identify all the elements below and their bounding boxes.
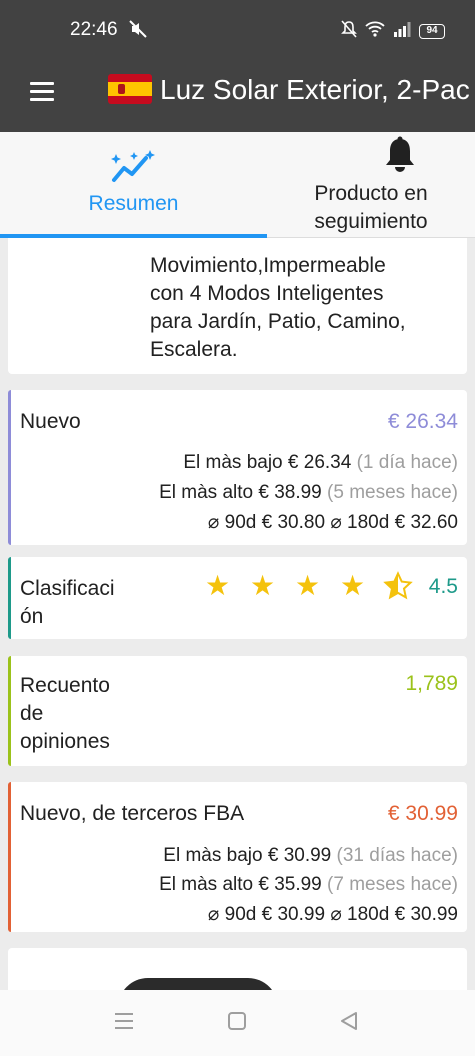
wifi-icon xyxy=(365,21,385,42)
product-image-card[interactable] xyxy=(8,948,467,990)
star-icon: ★ xyxy=(204,570,231,601)
review-count-value: 1,789 xyxy=(405,672,458,695)
back-triangle-icon[interactable] xyxy=(338,1010,368,1036)
price-new-value: € 26.34 xyxy=(387,410,458,433)
menu-icon[interactable] xyxy=(112,1010,142,1036)
page-title: Luz Solar Exterior, 2-Pac xyxy=(160,74,470,105)
tab-bar: Resumen Producto en seguimiento xyxy=(0,132,475,238)
price-fba-card[interactable]: Nuevo, de terceros FBA € 30.99 El màs ba… xyxy=(8,782,467,932)
description-line: Escalera. xyxy=(150,338,238,361)
price-new-averages: ⌀ 90d € 30.80 ⌀ 180d € 32.60 xyxy=(207,512,458,533)
sparkle-chart-icon xyxy=(110,150,156,191)
rating-label: Clasificaci ón xyxy=(20,577,115,628)
price-fba-averages: ⌀ 90d € 30.99 ⌀ 180d € 30.99 xyxy=(207,904,458,925)
price-new-label: Nuevo xyxy=(20,410,81,433)
signal-icon xyxy=(393,21,411,42)
home-square-icon[interactable] xyxy=(226,1010,256,1036)
star-icon: ★ xyxy=(294,570,321,601)
price-new-accent xyxy=(8,390,11,545)
system-nav-bar xyxy=(0,990,475,1056)
tab-summary[interactable]: Resumen xyxy=(0,132,267,238)
half-star-icon xyxy=(378,571,417,607)
description-line: Movimiento,Impermeable xyxy=(150,254,386,277)
price-new-lowest: El màs bajo € 26.34 (1 día hace) xyxy=(183,452,458,473)
rating-accent xyxy=(8,557,11,639)
product-description: Movimiento,Impermeable con 4 Modos Intel… xyxy=(150,252,450,364)
price-fba-label: Nuevo, de terceros FBA xyxy=(20,802,245,825)
tab-summary-label: Resumen xyxy=(88,192,179,215)
rating-stars: ★ ★ ★ ★ xyxy=(198,571,417,607)
menu-icon[interactable] xyxy=(30,82,54,102)
app-bar: Luz Solar Exterior, 2-Pac xyxy=(0,60,475,132)
battery-icon: 94 xyxy=(419,24,445,39)
product-image xyxy=(118,978,278,990)
rating-value: 4.5 xyxy=(428,575,458,598)
price-new-card[interactable]: Nuevo € 26.34 El màs bajo € 26.34 (1 día… xyxy=(8,390,467,545)
review-count-label: Recuento de opiniones xyxy=(20,674,110,753)
summary-content[interactable]: Movimiento,Impermeable con 4 Modos Intel… xyxy=(0,238,475,990)
status-time: 22:46 xyxy=(70,19,118,40)
rating-card[interactable]: Clasificaci ón ★ ★ ★ ★ 4.5 xyxy=(8,557,467,639)
status-bar: 22:46 94 xyxy=(0,0,475,60)
star-icon: ★ xyxy=(339,570,366,601)
description-line: con 4 Modos Inteligentes xyxy=(150,282,384,305)
price-fba-value: € 30.99 xyxy=(387,802,458,825)
description-line: para Jardín, Patio, Camino, xyxy=(150,310,406,333)
price-fba-accent xyxy=(8,782,11,932)
product-description-card: Movimiento,Impermeable con 4 Modos Intel… xyxy=(8,238,467,374)
notification-off-icon xyxy=(341,20,357,43)
star-icon: ★ xyxy=(249,570,276,601)
price-fba-highest: El màs alto € 35.99 (7 meses hace) xyxy=(159,874,458,895)
spain-flag-icon xyxy=(108,74,152,104)
tab-tracked-product-label: Producto en seguimiento xyxy=(314,182,428,233)
bell-icon xyxy=(382,136,418,181)
price-new-highest: El màs alto € 38.99 (5 meses hace) xyxy=(159,482,458,503)
review-count-card[interactable]: Recuento de opiniones 1,789 xyxy=(8,656,467,766)
reviews-accent xyxy=(8,656,11,766)
mute-icon xyxy=(128,19,148,44)
tab-tracked-product[interactable]: Producto en seguimiento xyxy=(267,132,475,238)
price-fba-lowest: El màs bajo € 30.99 (31 días hace) xyxy=(163,845,458,866)
